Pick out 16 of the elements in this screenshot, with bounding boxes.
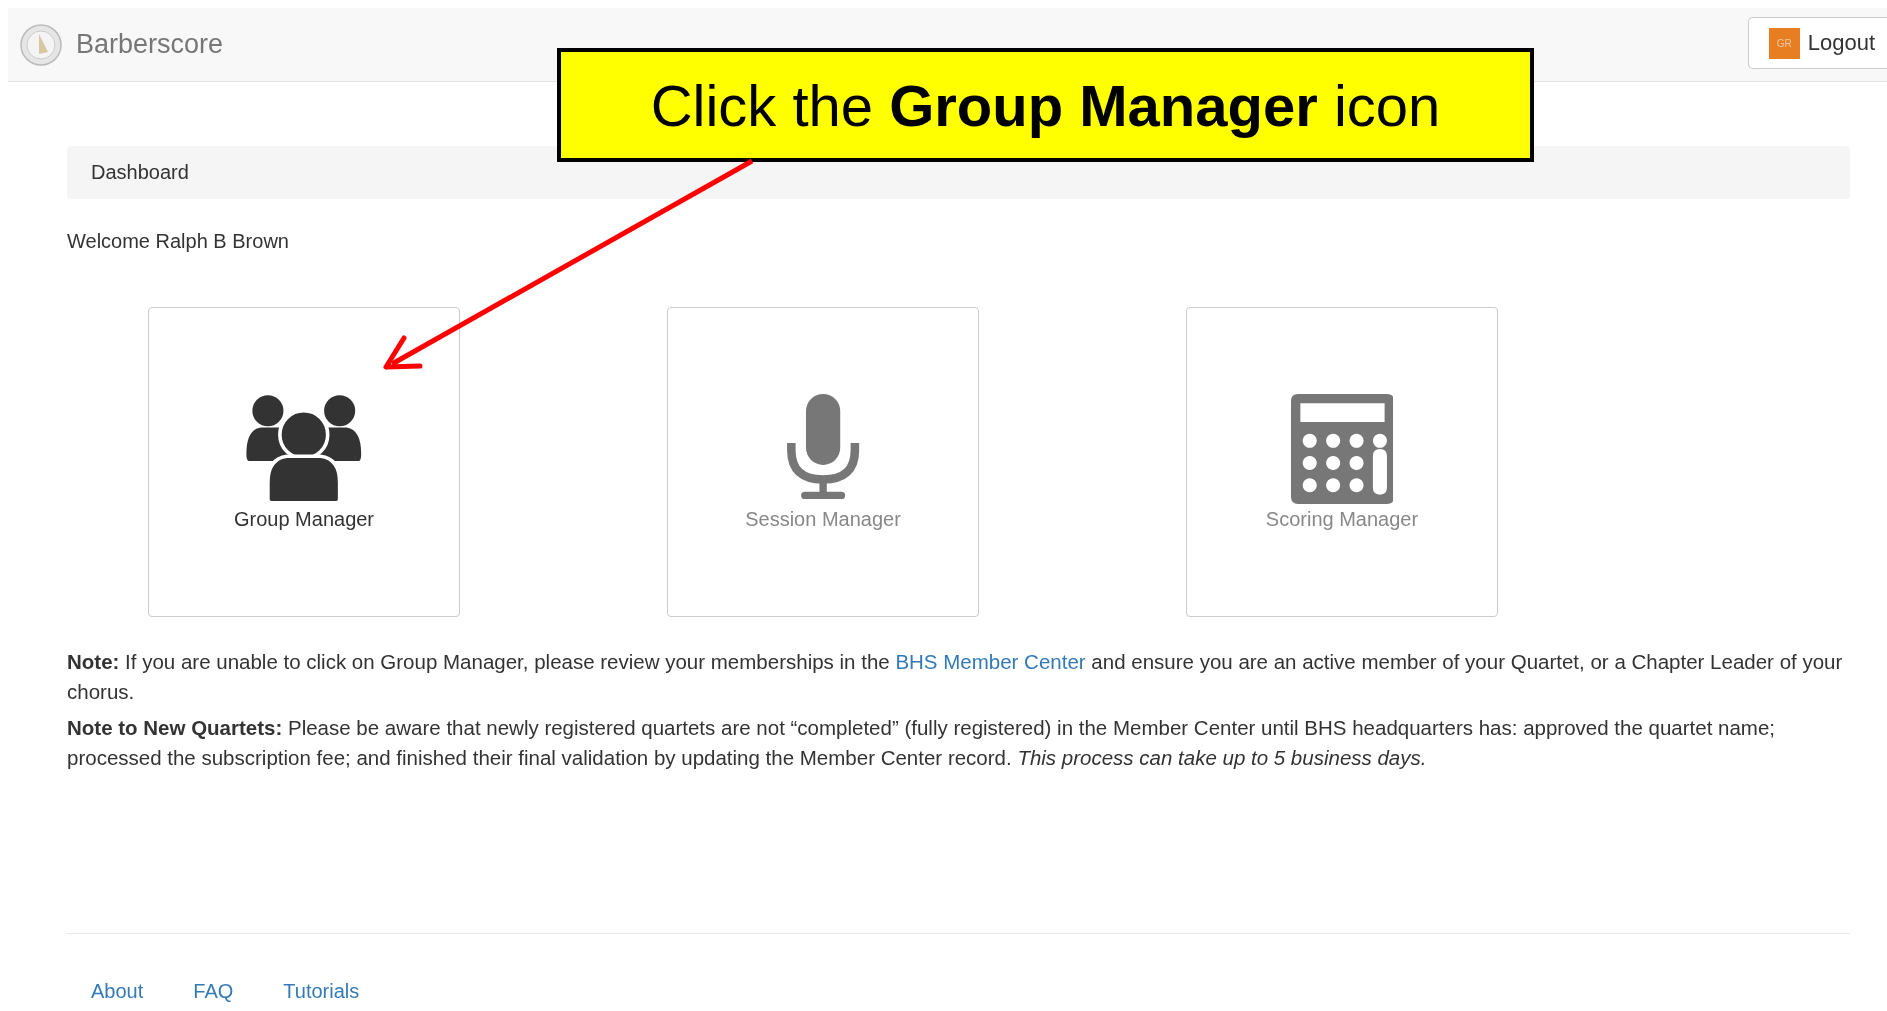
- member-center-link[interactable]: BHS Member Center: [895, 650, 1086, 673]
- breadcrumb-item[interactable]: Dashboard: [91, 161, 189, 184]
- footer-link[interactable]: About: [91, 980, 144, 1003]
- callout-annotation: Click the Group Manager icon: [557, 48, 1534, 162]
- note-text: Note to New Quartets: Please be aware that newly registered quartets are not “completed” (fully registered) in the Member Center until BHS headquarters has: approved the quartet name; processed the subscription fee; and finished their final validation by updating the Member Center record. This process can take up to 5 business days.: [67, 715, 1777, 771]
- footer-link[interactable]: Tutorials: [283, 980, 360, 1003]
- logo-icon: [20, 23, 62, 66]
- logout-button[interactable]: GR Logout: [1747, 17, 1887, 69]
- brand-name[interactable]: Barberscore: [76, 29, 224, 60]
- footer-link[interactable]: FAQ: [193, 980, 234, 1003]
- calculator-icon: [1290, 394, 1394, 504]
- app-tile[interactable]: Group Manager: [148, 307, 460, 617]
- note-text: Note: If you are unable to click on Group Manager, please review your memberships in the BHS Member Center and ensure you are an active member of your Quartet, or a Chapter Leader of your chorus.: [67, 649, 1844, 705]
- welcome-text: Welcome Ralph B Brown: [67, 229, 290, 253]
- user-avatar: GR: [1768, 27, 1800, 59]
- users-icon: [244, 394, 364, 504]
